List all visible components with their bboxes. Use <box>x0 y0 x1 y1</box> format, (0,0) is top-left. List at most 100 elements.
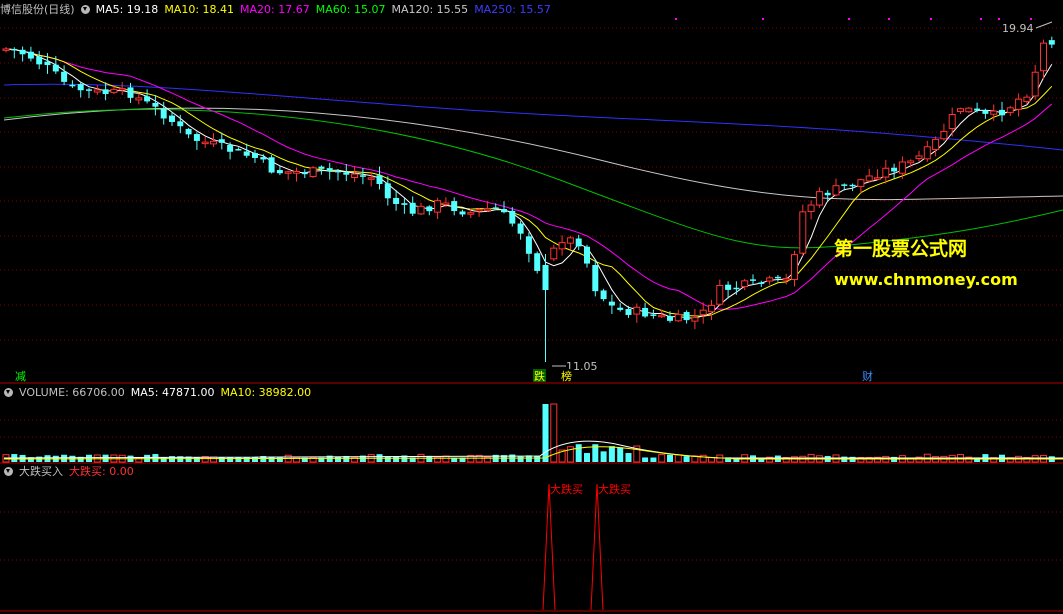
candle-body <box>625 308 632 315</box>
candle-body <box>534 253 541 271</box>
volume-value: VOLUME: 66706.00 <box>19 386 125 399</box>
candle-body <box>774 276 781 279</box>
candle-body <box>584 246 590 264</box>
candle-body <box>882 167 890 178</box>
candle-body <box>118 87 126 91</box>
candle-body <box>525 236 532 254</box>
candle-body <box>550 247 558 260</box>
volume-bar <box>674 454 682 463</box>
candle-body <box>52 64 59 72</box>
volume-bar <box>210 456 217 463</box>
candle-body <box>110 88 118 93</box>
candle-body <box>708 304 715 313</box>
signal-dot <box>848 18 850 20</box>
candle-body <box>152 102 159 107</box>
candle-body <box>1006 107 1014 113</box>
signal-dot <box>1030 18 1032 20</box>
volume-bar <box>708 457 715 463</box>
volume-header: VOLUME: 66706.00 MA5: 47871.00 MA10: 38982… <box>0 385 317 401</box>
candle-body <box>210 140 217 145</box>
ma10-value: MA10: 18.41 <box>164 3 235 16</box>
candle-body <box>575 238 582 247</box>
volume-bar <box>667 454 673 462</box>
candle-body <box>1040 42 1047 72</box>
candle-body <box>243 151 250 156</box>
candle-body <box>509 210 516 224</box>
stock-name[interactable]: 博信股份(日线) <box>0 3 75 16</box>
volume-bar <box>218 457 225 462</box>
candle-body <box>160 108 167 119</box>
candle-body <box>849 184 856 187</box>
candle-body <box>617 307 624 310</box>
candle-body <box>558 242 566 250</box>
candle-body <box>61 71 68 82</box>
volume-bar <box>642 457 649 462</box>
candle-body <box>86 89 92 91</box>
marker-mid2: 榜 <box>561 369 572 383</box>
candle-body <box>658 314 666 318</box>
dropdown-icon[interactable] <box>4 388 13 397</box>
candle-body <box>566 237 574 244</box>
marker-right: 财 <box>862 369 873 383</box>
candle-body <box>177 121 184 127</box>
candle-body <box>733 287 740 290</box>
candle-body <box>301 172 308 175</box>
candle-body <box>965 107 973 113</box>
signal-spike <box>542 483 556 611</box>
candle-body <box>409 202 416 214</box>
volume-bar <box>335 456 341 462</box>
candle-body <box>824 192 831 196</box>
candle-body <box>284 171 292 174</box>
volume-bar <box>584 453 590 462</box>
volume-bar <box>575 444 582 462</box>
volume-bar <box>442 455 450 463</box>
high-arrow <box>1035 21 1053 29</box>
candle-body <box>393 197 400 204</box>
volume-bar <box>658 454 666 463</box>
candle-body <box>127 87 134 98</box>
dropdown-icon[interactable] <box>80 5 90 14</box>
candle-body <box>1048 40 1055 45</box>
candle-body <box>169 115 175 122</box>
candle-body <box>1031 71 1039 97</box>
candle-body <box>252 153 258 158</box>
marker-mid1: 跌 <box>534 369 545 383</box>
candle-body <box>467 212 475 215</box>
candle-body <box>699 309 707 316</box>
candle-body <box>276 170 283 174</box>
candle-body <box>318 166 325 169</box>
candle-body <box>865 175 873 182</box>
signal-label: 大跌买 <box>598 482 631 496</box>
candle-body <box>201 141 209 145</box>
candle-body <box>799 211 807 254</box>
candle-body <box>459 211 466 215</box>
dropdown-icon[interactable] <box>4 467 13 476</box>
candle-body <box>741 280 749 288</box>
volume-bar <box>699 454 707 463</box>
candle-body <box>218 139 225 143</box>
indicator-name[interactable]: 大跌买入 <box>19 465 63 478</box>
candle-body <box>475 208 483 212</box>
candle-body <box>185 128 192 135</box>
candle-body <box>1023 96 1031 103</box>
ma60-line <box>3 109 1063 249</box>
signal-spike <box>590 483 604 611</box>
volume-bar <box>625 453 632 462</box>
indicator-header: 大跌买入 大跌买: 0.00 <box>0 464 140 480</box>
candle-body <box>260 157 267 160</box>
candle-body <box>227 145 234 152</box>
candle-body <box>426 206 433 212</box>
watermark-url: www.chnmoney.com <box>834 270 1018 289</box>
candle-body <box>501 209 507 213</box>
candle-body <box>517 223 524 234</box>
candle-body <box>608 301 615 306</box>
volume-bar <box>152 454 159 462</box>
ma5-value: MA5: 19.18 <box>95 3 159 16</box>
candle-body <box>442 202 450 206</box>
volume-bar <box>650 457 657 462</box>
candle-body <box>592 265 599 292</box>
candle-body <box>135 97 143 101</box>
candle-body <box>725 284 732 290</box>
candle-body <box>483 208 491 212</box>
candle-body <box>915 155 923 160</box>
